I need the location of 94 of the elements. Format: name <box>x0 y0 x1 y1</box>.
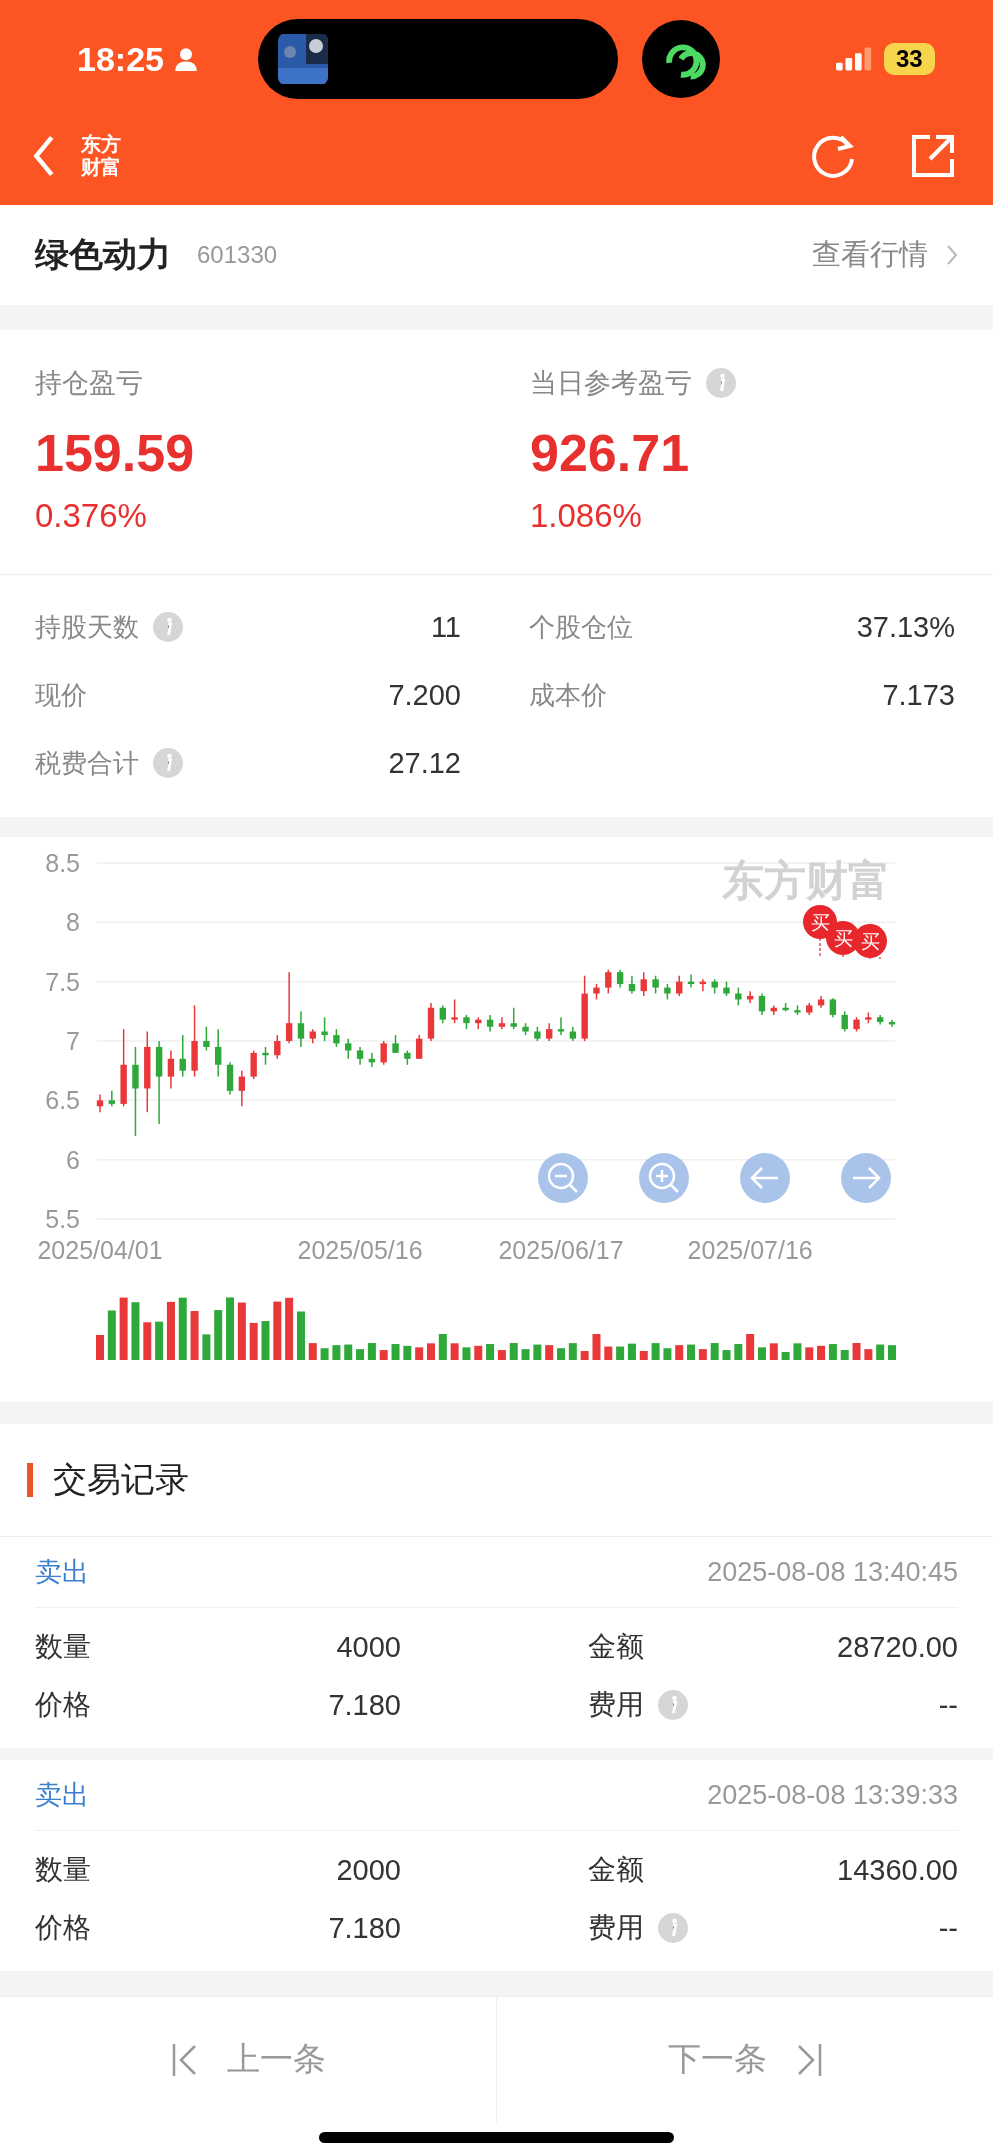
candlestick <box>297 1010 305 1048</box>
candlestick <box>203 1026 210 1052</box>
candlestick <box>380 1040 387 1066</box>
y-axis-label: 6.5 <box>45 1086 80 1115</box>
detail-value: 11 <box>430 610 461 644</box>
detail-label: 现价 <box>35 678 87 712</box>
candlestick <box>179 1034 186 1078</box>
info-icon[interactable] <box>153 612 183 642</box>
candlestick <box>829 997 837 1019</box>
pnl-percent: 1.086% <box>530 497 643 535</box>
info-icon[interactable] <box>706 368 736 398</box>
y-axis-label: 5.5 <box>45 1205 80 1233</box>
detail-label: 成本价 <box>529 678 607 712</box>
trade-time: 2025-08-08 13:40:45 <box>707 1556 958 1588</box>
x-axis-label: 2025/05/16 <box>297 1236 423 1264</box>
stock-name: 绿色动力 <box>35 234 171 275</box>
detail-value: 7.173 <box>882 678 955 712</box>
signal-icon <box>835 47 874 71</box>
pnl-value: 926.71 <box>530 423 691 483</box>
detail-value: 7.200 <box>388 678 461 712</box>
detail-value: 27.12 <box>388 746 461 780</box>
chevron-right-icon <box>946 244 958 266</box>
field-label: 价格 <box>35 1911 91 1945</box>
candlestick <box>274 1034 281 1060</box>
y-axis-label: 8 <box>66 908 80 937</box>
arrow-left-icon[interactable] <box>740 1153 790 1203</box>
field-value: 4000 <box>336 1630 401 1664</box>
candlestick <box>285 971 293 1045</box>
candlestick <box>215 1028 222 1078</box>
field-label: 价格 <box>35 1688 91 1722</box>
pnl-percent: 0.376% <box>35 497 148 535</box>
field-label: 金额 <box>588 1853 644 1887</box>
status-time: 18:25 <box>77 39 164 79</box>
candlestick <box>640 971 647 997</box>
x-axis-label: 2025/04/01 <box>37 1236 163 1264</box>
buy-marker: 买 <box>853 924 887 960</box>
battery-level: 33 <box>883 43 935 75</box>
candlestick <box>758 992 766 1016</box>
stock-code: 601330 <box>197 241 278 269</box>
info-icon[interactable] <box>658 1690 688 1720</box>
back-icon[interactable] <box>32 133 56 178</box>
app-logo: 东方财富 <box>81 132 121 179</box>
field-value: 28720.00 <box>837 1630 958 1664</box>
zoom-in-icon[interactable] <box>639 1153 689 1203</box>
field-label: 数量 <box>35 1853 91 1887</box>
trade-time: 2025-08-08 13:39:33 <box>707 1779 958 1811</box>
candlestick <box>167 1049 175 1090</box>
section-title: 交易记录 <box>53 1459 189 1500</box>
field-value: -- <box>938 1911 958 1945</box>
candlestick <box>238 1069 246 1108</box>
info-icon[interactable] <box>153 748 183 778</box>
candlestick <box>108 1090 116 1108</box>
field-value: 14360.00 <box>837 1853 958 1887</box>
y-axis-label: 7 <box>66 1027 80 1055</box>
field-value: 7.180 <box>328 1911 401 1945</box>
detail-label: 个股仓位 <box>529 610 633 644</box>
field-value: 7.180 <box>328 1688 401 1722</box>
y-axis-label: 8.5 <box>45 849 80 877</box>
candlestick <box>557 1016 565 1036</box>
trade-side: 卖出 <box>35 1779 89 1812</box>
y-axis-label: 7.5 <box>45 967 80 996</box>
candlestick <box>250 1049 257 1080</box>
detail-value: 37.13% <box>856 610 955 644</box>
field-label: 数量 <box>35 1630 91 1664</box>
arrow-right-icon[interactable] <box>841 1153 891 1203</box>
live-activity-icon <box>641 20 720 98</box>
trade-side: 卖出 <box>35 1556 89 1589</box>
detail-label: 持股天数 <box>35 610 139 644</box>
detail-label: 税费合计 <box>35 746 139 780</box>
pnl-label: 当日参考盈亏 <box>530 367 692 400</box>
info-icon[interactable] <box>658 1913 688 1943</box>
candlestick <box>345 1037 352 1060</box>
view-quote-link[interactable]: 查看行情 <box>812 235 928 275</box>
person-icon <box>173 47 198 71</box>
accent-bar <box>27 1463 33 1497</box>
y-axis-label: 6 <box>66 1145 80 1174</box>
pnl-value: 159.59 <box>35 423 196 483</box>
candlestick <box>415 1034 423 1060</box>
candlestick <box>451 998 458 1024</box>
candlestick <box>132 1046 139 1137</box>
x-axis-label: 2025/07/16 <box>687 1236 813 1264</box>
candlestick <box>321 1016 328 1042</box>
field-label: 费用 <box>588 1688 644 1722</box>
field-label: 金额 <box>588 1630 644 1664</box>
field-value: -- <box>938 1688 958 1722</box>
candlestick <box>676 974 683 997</box>
candlestick <box>510 1007 517 1030</box>
field-label: 费用 <box>588 1911 644 1945</box>
candlestick <box>841 1010 848 1033</box>
candlestick <box>605 969 612 995</box>
zoom-out-icon[interactable] <box>538 1153 588 1203</box>
pnl-label: 持仓盈亏 <box>35 367 143 400</box>
field-value: 2000 <box>336 1853 401 1887</box>
x-axis-label: 2025/06/17 <box>498 1236 624 1264</box>
